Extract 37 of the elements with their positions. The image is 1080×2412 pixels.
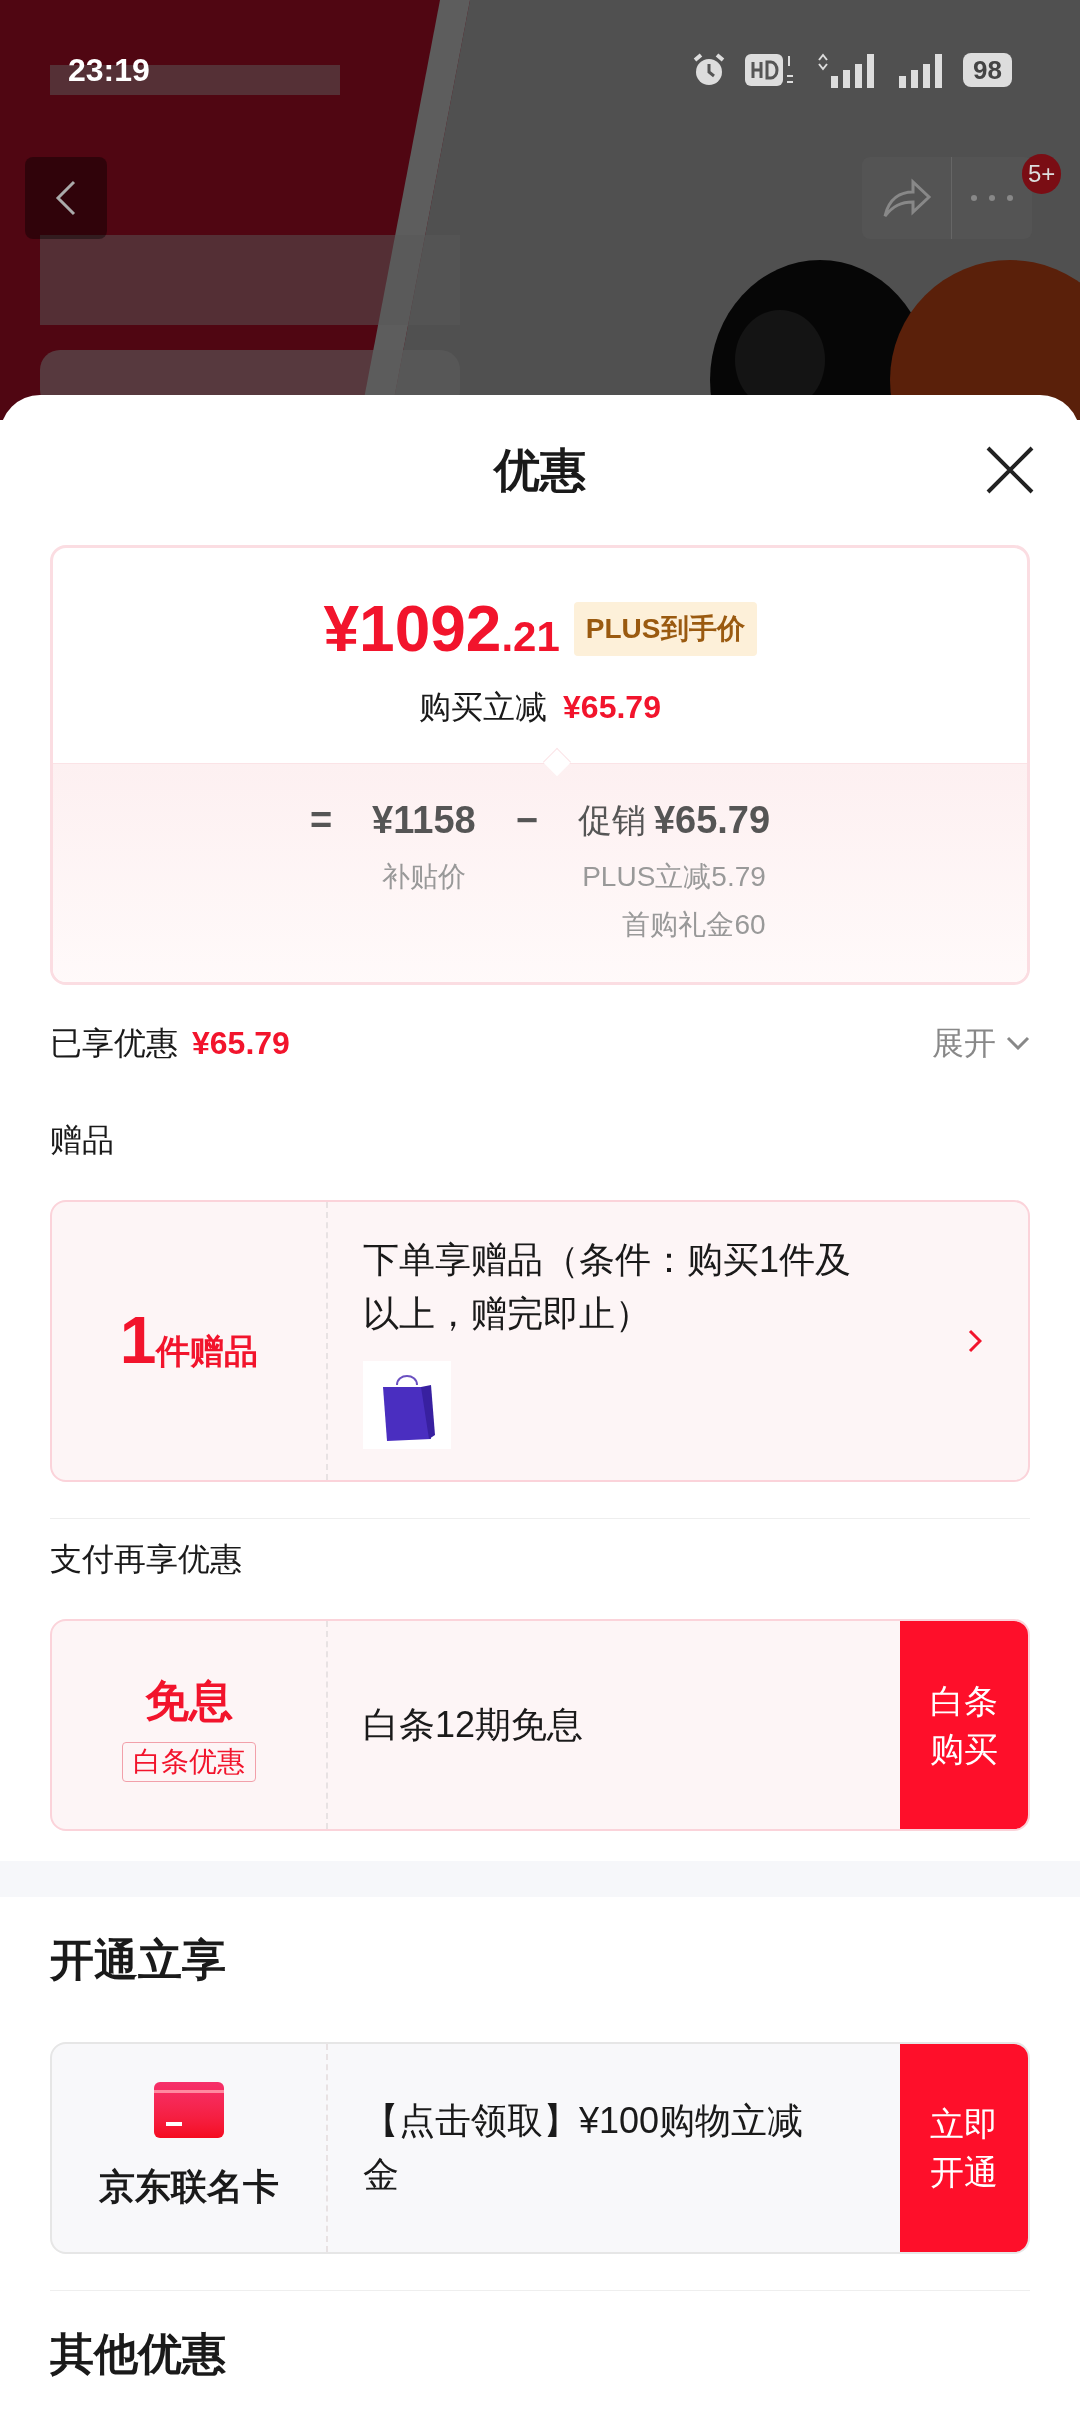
status-time: 23:19 [68, 51, 150, 90]
offer-text: 下单享赠品（条件：购买1件及以上，赠完即止） [363, 1238, 853, 1336]
sheet-title: 优惠 [494, 442, 586, 498]
promo-detail: PLUS立减5.79 [582, 860, 766, 894]
promo-label: 促销 [577, 800, 646, 841]
offer-title: 京东联名卡 [99, 2165, 279, 2209]
enjoyed-amount: ¥65.79 [192, 1023, 290, 1063]
base-price-label: 补贴价 [381, 860, 466, 894]
back-button[interactable] [25, 157, 107, 239]
offer-text: 白条12期免息 [363, 1703, 585, 1747]
base-price: ¥1158 [372, 798, 476, 843]
chevron-right-icon[interactable] [968, 1329, 982, 1353]
section-heading: 其他优惠 [50, 2327, 227, 2380]
more-icon [970, 194, 1014, 202]
price-tag: PLUS到手价 [573, 601, 757, 656]
minus-sign: − [515, 798, 538, 843]
card-icon [154, 2082, 224, 2138]
action-button[interactable]: 白条购买 [900, 1621, 1028, 1829]
battery-indicator: 98 [963, 53, 1012, 87]
promo-detail: 首购礼金60 [621, 908, 766, 942]
enjoyed-label: 已享优惠 [50, 1023, 178, 1063]
back-icon [54, 178, 78, 218]
action-button[interactable]: 立即开通 [900, 2044, 1028, 2252]
offer-title: 免息 [145, 1675, 233, 1727]
saving-label: 购买立减 [419, 687, 548, 727]
gift-count: 1件赠品 [119, 1305, 259, 1377]
saving-amount: ¥65.79 [563, 687, 661, 727]
promo-amount: ¥65.79 [653, 798, 771, 843]
expand-button[interactable]: 展开 [932, 1018, 1030, 1067]
section-heading: 支付再享优惠 [50, 1540, 243, 1579]
offer-text: 【点击领取】¥100购物立减金 [363, 2099, 805, 2197]
equals-sign: = [309, 798, 333, 843]
offer-tag: 白条优惠 [122, 1742, 256, 1782]
section-heading: 开通立享 [50, 1933, 227, 1986]
section-heading: 赠品 [50, 1121, 115, 1160]
close-icon [985, 445, 1035, 495]
price-amount: ¥1092.21 [323, 591, 560, 667]
